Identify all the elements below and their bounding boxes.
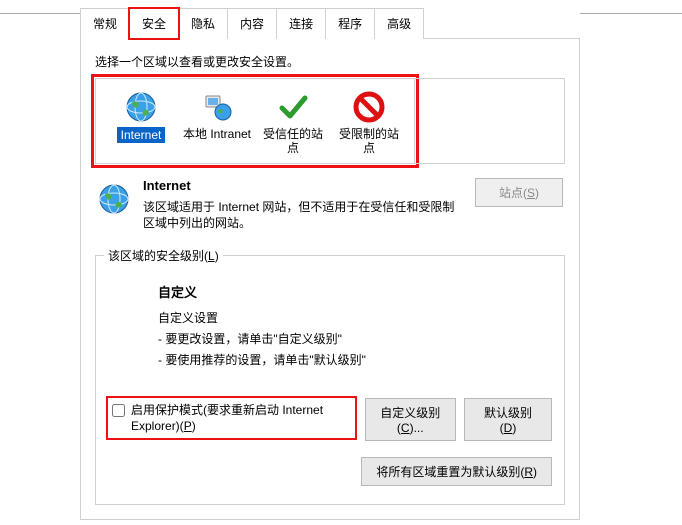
reset-all-zones-button[interactable]: 将所有区域重置为默认级别(R) [361,457,552,486]
tab-security[interactable]: 安全 [129,8,179,39]
zone-restricted-label: 受限制的站点 [339,127,399,155]
custom-level-button[interactable]: 自定义级别(C)... [365,398,456,441]
protected-mode-label: 启用保护模式(要求重新启动 Internet Explorer)(P) [131,402,351,434]
internet-options-dialog: 常规 安全 隐私 内容 连接 程序 高级 选择一个区域以查看或更改安全设置。 I… [80,0,580,520]
default-level-button[interactable]: 默认级别(D) [464,398,552,441]
checkmark-icon [275,89,311,125]
level-sub: 自定义设置 [158,309,552,326]
tab-general[interactable]: 常规 [80,8,130,39]
zone-intranet-label: 本地 Intranet [183,127,251,141]
tab-advanced[interactable]: 高级 [374,8,424,39]
zone-trusted[interactable]: 受信任的站点 [258,87,328,155]
zone-internet-label: Internet [117,127,166,143]
globe-icon [123,89,159,125]
forbidden-icon [351,89,387,125]
zone-detail-desc: 该区域适用于 Internet 网站，但不适用于在受信任和受限制区域中列出的网站… [143,199,465,231]
intranet-icon [199,89,235,125]
zone-list: Internet 本地 Intranet 受信任的站点 [95,78,415,164]
zone-prompt: 选择一个区域以查看或更改安全设置。 [95,53,565,70]
tab-bar: 常规 安全 隐私 内容 连接 程序 高级 [80,8,580,39]
tab-privacy[interactable]: 隐私 [178,8,228,39]
security-level-group: 该区域的安全级别(L) 自定义 自定义设置 - 要更改设置，请单击"自定义级别"… [95,255,565,505]
security-panel: 选择一个区域以查看或更改安全设置。 Internet 本地 Intranet [80,38,580,520]
level-line2: - 要使用推荐的设置，请单击"默认级别" [158,351,552,368]
zone-trusted-label: 受信任的站点 [263,127,323,155]
tab-connections[interactable]: 连接 [276,8,326,39]
protected-mode-checkbox[interactable]: 启用保护模式(要求重新启动 Internet Explorer)(P) [108,398,355,438]
zone-detail: Internet 该区域适用于 Internet 网站，但不适用于在受信任和受限… [95,174,565,235]
zone-internet[interactable]: Internet [106,87,176,155]
security-level-legend: 该区域的安全级别(L) [104,247,223,264]
tab-content[interactable]: 内容 [227,8,277,39]
protected-mode-input[interactable] [112,404,125,417]
globe-icon [97,182,133,218]
zone-restricted[interactable]: 受限制的站点 [334,87,404,155]
level-title: 自定义 [158,285,197,300]
sites-button: 站点(S) [475,178,563,207]
tab-programs[interactable]: 程序 [325,8,375,39]
zone-detail-title: Internet [143,178,191,193]
level-line1: - 要更改设置，请单击"自定义级别" [158,330,552,347]
zone-intranet[interactable]: 本地 Intranet [182,87,252,155]
